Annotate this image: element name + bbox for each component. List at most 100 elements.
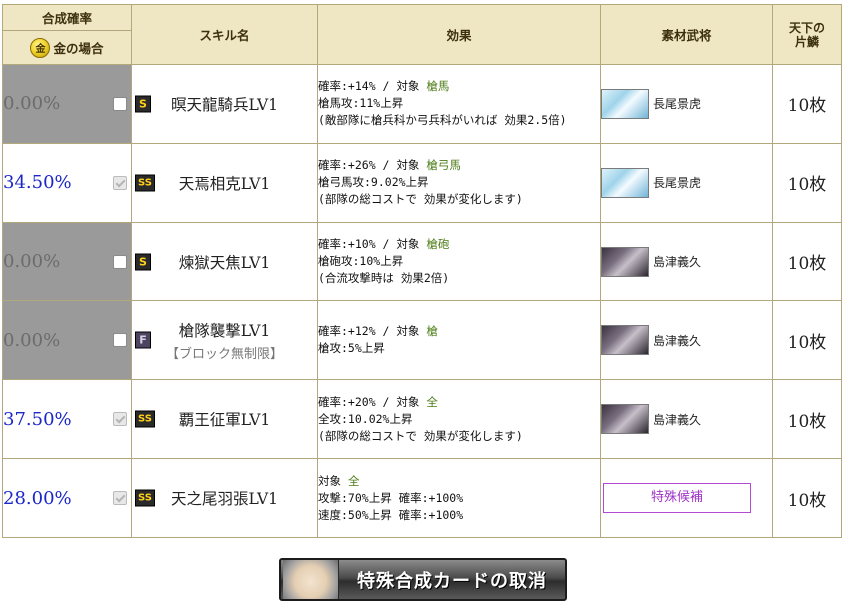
effect-target: 全 (347, 473, 360, 488)
effect-target: 槍砲 (426, 237, 450, 252)
material-general-cell: 島津義久 (600, 221, 773, 302)
material-general-cell: 特殊候補 (600, 458, 773, 538)
skill-name-header: スキル名 (131, 4, 318, 65)
skill-composition-table: 合成確率 スキル名 効果 素材武将 天下の 片鱗 金 金の場合 0.00% S … (2, 4, 842, 538)
rate-cell: 34.50% (2, 142, 132, 223)
skill-name-cell: S 煉獄天焦LV1 (131, 221, 318, 302)
skill-select-checkbox[interactable] (113, 254, 127, 269)
effect-cell: 対象 全 攻撃:70%上昇 確率:+100% 速度:50%上昇 確率:+100% (317, 458, 601, 538)
rate-cell: 0.00% (2, 300, 132, 381)
composition-rate: 28.00% (3, 487, 72, 509)
kenshin-portrait-icon (601, 167, 649, 198)
skill-name: 暝天龍騎兵LV1 (170, 95, 278, 114)
general-card[interactable]: 島津義久 (601, 325, 772, 356)
skill-select-checkbox[interactable] (113, 333, 127, 348)
effect-target: 槍弓馬 (426, 158, 461, 173)
general-name: 島津義久 (653, 255, 702, 270)
effect-line: 槍攻:5%上昇 (318, 341, 385, 356)
rate-cell: 37.50% (2, 379, 132, 460)
skill-name-cell: SS 天之尾羽張LV1 (131, 458, 318, 538)
effect-prob: 確率:+12% / 対象 (318, 324, 420, 339)
table-row: 37.50% SS 覇王征軍LV1 確率:+20% / 対象 全 全攻:10.0… (2, 379, 842, 460)
effect-cell: 確率:+20% / 対象 全 全攻:10.02%上昇 (部隊の総コストで 効果が… (317, 379, 601, 460)
rank-badge-icon: SS (135, 410, 155, 428)
effect-target: 槍馬 (426, 79, 450, 94)
effect-cell: 確率:+12% / 対象 槍 槍攻:5%上昇 (317, 300, 601, 381)
general-name: 島津義久 (653, 333, 702, 348)
cancel-special-card-button[interactable]: 特殊合成カードの取消 (279, 558, 567, 601)
material-general-cell: 長尾景虎 (600, 64, 773, 144)
general-name: 島津義久 (653, 412, 702, 427)
skill-name: 覇王征軍LV1 (178, 411, 271, 430)
gold-coin-icon: 金 (30, 37, 51, 58)
material-general-cell: 長尾景虎 (600, 142, 773, 223)
effect-line: (部隊の総コストで 効果が変化します) (318, 192, 523, 207)
effect-cell: 確率:+14% / 対象 槍馬 槍馬攻:11%上昇 (敵部隊に槍兵科か弓兵科がい… (317, 64, 601, 144)
composition-rate: 37.50% (3, 408, 72, 430)
effect-line: 確率:+14% / 対象 槍馬 (318, 78, 600, 95)
character-face-icon (283, 560, 339, 599)
effect-prob: 確率:+10% / 対象 (318, 237, 420, 252)
skill-name-cell: F 槍隊襲撃LV1 【ブロック無制限】 (131, 300, 318, 381)
tenka-pieces: 10枚 (772, 300, 842, 381)
effect-prob: 確率:+14% / 対象 (318, 79, 420, 94)
effect-line: 確率:+20% / 対象 全 (318, 394, 600, 411)
effect-line: 速度:50%上昇 確率:+100% (318, 507, 464, 522)
cancel-button-label: 特殊合成カードの取消 (357, 570, 547, 592)
table-row: 34.50% SS 天焉相克LV1 確率:+26% / 対象 槍弓馬 槍弓馬攻:… (2, 142, 842, 223)
composition-rate: 0.00% (3, 251, 61, 273)
effect-line: 対象 全 (318, 473, 600, 490)
rank-badge-icon: SS (135, 489, 155, 507)
effect-prob: 確率:+26% / 対象 (318, 158, 420, 173)
rate-cell: 0.00% (2, 64, 132, 144)
table-row: 28.00% SS 天之尾羽張LV1 対象 全 攻撃:70%上昇 確率:+100… (2, 458, 842, 538)
skill-select-checkbox[interactable] (113, 491, 127, 506)
skill-name: 天焉相克LV1 (178, 174, 271, 193)
table-row: 0.00% S 暝天龍騎兵LV1 確率:+14% / 対象 槍馬 槍馬攻:11%… (2, 64, 842, 144)
skill-select-checkbox[interactable] (113, 175, 127, 190)
skill-select-checkbox[interactable] (113, 412, 127, 427)
skill-name: 槍隊襲撃LV1 (178, 321, 271, 340)
effect-line: 槍砲攻:10%上昇 (318, 254, 404, 269)
effect-line: (敵部隊に槍兵科か弓兵科がいれば 効果2.5倍) (318, 113, 567, 128)
tenka-header-line2: 片鱗 (794, 34, 819, 49)
effect-line: 攻撃:70%上昇 確率:+100% (318, 490, 464, 505)
effect-line: 確率:+12% / 対象 槍 (318, 323, 600, 340)
effect-cell: 確率:+10% / 対象 槍砲 槍砲攻:10%上昇 (合流攻撃時は 効果2倍) (317, 221, 601, 302)
shimazu-portrait-icon (601, 404, 649, 435)
composition-rate: 0.00% (3, 329, 61, 351)
tenka-pieces: 10枚 (772, 64, 842, 144)
tenka-pieces: 10枚 (772, 458, 842, 538)
skill-select-checkbox[interactable] (113, 96, 127, 111)
effect-line: 全攻:10.02%上昇 (318, 411, 413, 426)
general-name: 長尾景虎 (653, 176, 702, 191)
special-candidate-button[interactable]: 特殊候補 (603, 483, 751, 514)
effect-line: 確率:+26% / 対象 槍弓馬 (318, 157, 600, 174)
rank-badge-icon: F (135, 331, 151, 349)
effect-cell: 確率:+26% / 対象 槍弓馬 槍弓馬攻:9.02%上昇 (部隊の総コストで … (317, 142, 601, 223)
effect-target: 全 (426, 394, 438, 409)
rate-header: 合成確率 (2, 4, 132, 31)
material-general-cell: 島津義久 (600, 379, 773, 460)
general-card[interactable]: 長尾景虎 (601, 167, 772, 198)
shimazu-portrait-icon (601, 325, 649, 356)
gold-case-header: 金 金の場合 (2, 30, 132, 65)
general-card[interactable]: 島津義久 (601, 404, 772, 435)
effect-header: 効果 (317, 4, 601, 65)
effect-line: 槍弓馬攻:9.02%上昇 (318, 175, 429, 190)
effect-target: 槍 (426, 324, 438, 339)
effect-prob: 確率:+20% / 対象 (318, 394, 420, 409)
tenka-pieces-header: 天下の 片鱗 (772, 4, 842, 65)
skill-name-cell: SS 天焉相克LV1 (131, 142, 318, 223)
effect-line: (合流攻撃時は 効果2倍) (318, 271, 450, 286)
effect-line: (部隊の総コストで 効果が変化します) (318, 428, 523, 443)
general-card[interactable]: 長尾景虎 (601, 88, 772, 119)
skill-name-cell: SS 覇王征軍LV1 (131, 379, 318, 460)
table-row: 0.00% S 煉獄天焦LV1 確率:+10% / 対象 槍砲 槍砲攻:10%上… (2, 221, 842, 302)
rank-badge-icon: SS (135, 174, 155, 192)
table-row: 0.00% F 槍隊襲撃LV1 【ブロック無制限】 確率:+12% / 対象 槍… (2, 300, 842, 381)
tenka-pieces: 10枚 (772, 379, 842, 460)
general-card[interactable]: 島津義久 (601, 246, 772, 277)
tenka-pieces: 10枚 (772, 221, 842, 302)
skill-name: 天之尾羽張LV1 (170, 490, 278, 509)
